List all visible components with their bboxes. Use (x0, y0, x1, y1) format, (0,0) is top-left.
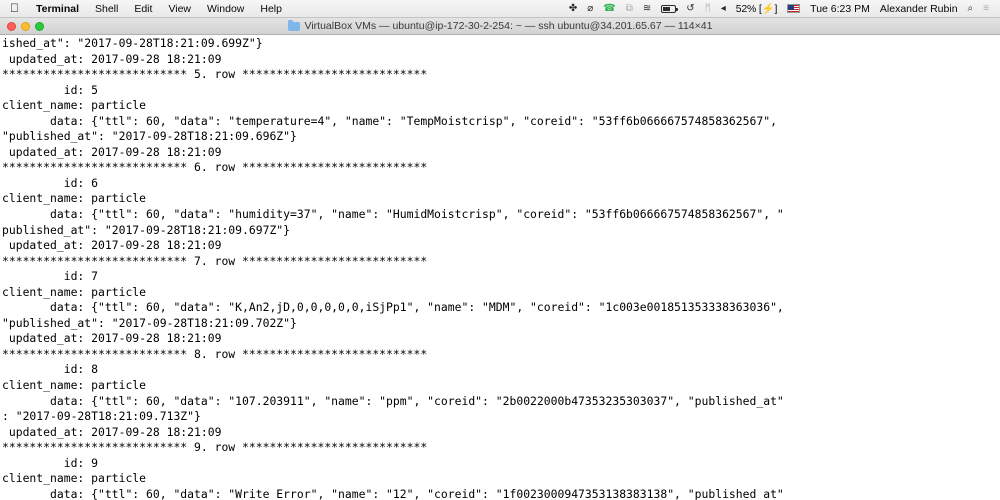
terminal-line: data: {"ttl": 60, "data": "107.203911", … (2, 393, 784, 408)
terminal-line: *************************** 8. row *****… (2, 346, 428, 361)
macos-menu-bar:  Terminal Shell Edit View Window Help ✤… (0, 0, 1000, 18)
terminal-line: id: 8 (2, 362, 99, 377)
menu-bar-app-menus:  Terminal Shell Edit View Window Help (6, 0, 290, 18)
folder-icon (287, 19, 300, 31)
screen-share-icon[interactable]: ⧉ (621, 0, 638, 18)
terminal-output[interactable]: ished_at": "2017-09-28T18:21:09.699Z"} u… (0, 35, 1000, 500)
menu-item-shell[interactable]: Shell (87, 0, 126, 18)
terminal-line: client_name: particle (2, 191, 147, 206)
minimize-button[interactable] (21, 21, 30, 31)
zoom-button[interactable] (35, 21, 44, 31)
volume-glyph: ◂ (720, 2, 726, 14)
terminal-line: "published_at": "2017-09-28T18:21:09.696… (2, 129, 297, 144)
terminal-line: updated_at: 2017-09-28 18:21:09 (2, 238, 222, 253)
terminal-line: client_name: particle (2, 284, 147, 299)
terminal-line: id: 5 (2, 82, 99, 97)
terminal-line: *************************** 9. row *****… (2, 440, 428, 455)
bluetooth-glyph: ᛗ (704, 2, 711, 14)
window-title-group: VirtualBox VMs — ubuntu@ip-172-30-2-254:… (0, 19, 1000, 32)
terminal-line: client_name: particle (2, 471, 147, 486)
menu-item-terminal[interactable]: Terminal (28, 0, 87, 18)
search-glyph: ⌕ (967, 2, 974, 14)
screen:  Terminal Shell Edit View Window Help ✤… (0, 0, 1000, 500)
phone-green-icon[interactable]: ☎ (598, 0, 620, 18)
time-machine-icon[interactable]: ↺ (681, 0, 699, 18)
bluetooth-icon[interactable]: ᛗ (700, 0, 716, 18)
terminal-line: data: {"ttl": 60, "data": "Write Error",… (2, 486, 784, 500)
battery-icon[interactable] (656, 4, 681, 13)
menu-item-view[interactable]: View (160, 0, 199, 18)
terminal-line: ished_at": "2017-09-28T18:21:09.699Z"} (2, 36, 263, 50)
terminal-line: client_name: particle (2, 98, 147, 113)
microphone-muted-glyph: ⌀ (587, 2, 594, 14)
terminal-line: data: {"ttl": 60, "data": "temperature=4… (2, 113, 777, 128)
us-flag-icon[interactable] (782, 4, 805, 13)
terminal-line: updated_at: 2017-09-28 18:21:09 (2, 424, 222, 439)
search-icon[interactable]: ⌕ (963, 0, 979, 18)
terminal-line: "published_at": "2017-09-28T18:21:09.702… (2, 315, 297, 330)
menu-item-window[interactable]: Window (199, 0, 252, 18)
fast-user-switching-name[interactable]: Alexander Rubin (875, 0, 963, 18)
terminal-line: data: {"ttl": 60, "data": "K,An2,jD,0,0,… (2, 300, 784, 315)
terminal-line: : "2017-09-28T18:21:09.713Z"} (2, 409, 201, 424)
vpn-glyph: ≋ (642, 2, 652, 14)
menu-item-edit[interactable]: Edit (126, 0, 160, 18)
terminal-title-bar[interactable]: VirtualBox VMs — ubuntu@ip-172-30-2-254:… (0, 18, 1000, 35)
terminal-line: updated_at: 2017-09-28 18:21:09 (2, 331, 222, 346)
terminal-line: id: 9 (2, 455, 99, 470)
terminal-line: *************************** 5. row *****… (2, 67, 428, 82)
menu-bar-clock[interactable]: Tue 6:23 PM (805, 0, 875, 18)
flag-shape (787, 4, 801, 13)
volume-icon[interactable]: ◂ (716, 0, 731, 18)
terminal-line: published_at": "2017-09-28T18:21:09.697Z… (2, 222, 291, 237)
terminal-line: updated_at: 2017-09-28 18:21:09 (2, 51, 222, 66)
notification-center-glyph: ≡ (983, 2, 989, 14)
dropbox-glyph: ✤ (568, 2, 578, 14)
phone-glyph: ☎ (603, 2, 616, 14)
time-machine-glyph: ↺ (686, 2, 695, 14)
menu-bar-status-items: ✤ ⌀ ☎ ⧉ ≋ ↺ ᛗ ◂ 52% [⚡] Tue 6:23 PM Alex… (564, 0, 994, 18)
battery-percentage[interactable]: 52% [⚡] (731, 0, 782, 18)
dropbox-icon[interactable]: ✤ (564, 0, 582, 18)
terminal-line: data: {"ttl": 60, "data": "humidity=37",… (2, 207, 784, 222)
apple-menu-icon[interactable]:  (6, 2, 28, 14)
terminal-line: updated_at: 2017-09-28 18:21:09 (2, 144, 222, 159)
screen-share-glyph: ⧉ (625, 2, 633, 14)
microphone-muted-icon[interactable]: ⌀ (582, 0, 598, 18)
close-button[interactable] (7, 21, 16, 31)
window-title: VirtualBox VMs — ubuntu@ip-172-30-2-254:… (304, 20, 713, 32)
terminal-line: *************************** 6. row *****… (2, 160, 428, 175)
battery-shape (661, 4, 679, 13)
terminal-line: *************************** 7. row *****… (2, 253, 428, 268)
menu-item-help[interactable]: Help (252, 0, 290, 18)
notification-center-icon[interactable]: ≡ (978, 0, 994, 18)
window-controls (0, 21, 44, 31)
terminal-line: client_name: particle (2, 378, 147, 393)
vpn-icon[interactable]: ≋ (638, 0, 656, 18)
terminal-line: id: 7 (2, 269, 99, 284)
terminal-line: id: 6 (2, 175, 99, 190)
terminal-window: VirtualBox VMs — ubuntu@ip-172-30-2-254:… (0, 18, 1000, 500)
